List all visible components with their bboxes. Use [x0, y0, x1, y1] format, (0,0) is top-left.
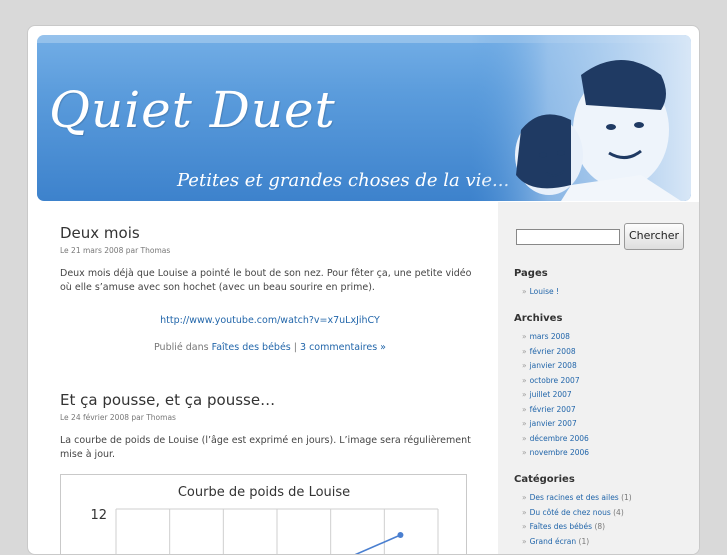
category-link[interactable]: Faîtes des bébés: [530, 522, 592, 531]
archive-link[interactable]: janvier 2007: [530, 419, 577, 428]
youtube-link[interactable]: http://www.youtube.com/watch?v=x7uLxJihC…: [160, 315, 380, 326]
y-tick-label: 12: [90, 508, 107, 523]
post-title[interactable]: Deux mois: [60, 224, 480, 242]
archives-heading: Archives: [514, 313, 563, 324]
comments-link[interactable]: 3 commentaires »: [300, 342, 386, 353]
list-item: » novembre 2006: [522, 448, 590, 457]
category-link[interactable]: Des racines et des ailes: [530, 493, 619, 502]
archive-link[interactable]: février 2007: [530, 405, 576, 414]
series-line: [354, 534, 401, 554]
category-link[interactable]: Du côté de chez nous: [530, 508, 611, 517]
site-header: Quiet Duet Petites et grandes choses de …: [37, 35, 691, 201]
sidebar: Chercher Pages » Louise ! Archives » mars …: [498, 202, 699, 554]
couple-photo: [471, 35, 691, 201]
chart-title: Courbe de poids de Louise: [178, 485, 350, 500]
list-item: » juillet 2007: [522, 390, 572, 399]
pages-heading: Pages: [514, 268, 548, 279]
footer-separator: |: [293, 342, 297, 353]
site-title[interactable]: Quiet Duet: [49, 81, 336, 139]
category-count: (1): [578, 536, 590, 546]
archive-link[interactable]: mars 2008: [530, 332, 570, 341]
weight-chart-svg: Courbe de poids de Louise 12: [90, 485, 439, 554]
post-meta: Le 24 février 2008 par Thomas: [60, 413, 176, 422]
archive-link[interactable]: novembre 2006: [530, 448, 589, 457]
list-item: » février 2008: [522, 346, 576, 356]
archive-link[interactable]: octobre 2007: [530, 376, 580, 385]
category-link[interactable]: Grand écran: [530, 537, 577, 546]
post-footer: Publié dans Faîtes des bébés | 3 comment…: [60, 342, 480, 353]
post-ca-pousse: Et ça pousse, et ça pousse… Le 24 févrie…: [60, 391, 480, 462]
list-item: » Du côté de chez nous (4): [522, 507, 624, 517]
categories-list: » Des racines et des ailes (1) » Du côté d…: [522, 491, 632, 549]
archive-link[interactable]: décembre 2006: [530, 434, 589, 443]
search-button[interactable]: Chercher: [624, 223, 685, 250]
archives-list: » mars 2008 » février 2008 » janvier 2008 »…: [522, 330, 589, 461]
archive-link[interactable]: janvier 2008: [530, 361, 577, 370]
list-item: » octobre 2007: [522, 375, 580, 385]
post-body: La courbe de poids de Louise (l’âge est …: [60, 435, 471, 460]
post-meta: Le 21 mars 2008 par Thomas: [60, 246, 171, 255]
categories-heading: Catégories: [514, 474, 575, 485]
series-point: [397, 532, 404, 538]
list-item: » Grand écran (1): [522, 536, 590, 546]
post-deux-mois: Deux mois Le 21 mars 2008 par Thomas Deu…: [60, 224, 480, 353]
page-link[interactable]: Louise !: [530, 287, 559, 296]
list-item: » janvier 2008: [522, 361, 577, 370]
search-input[interactable]: [516, 229, 620, 245]
post-title[interactable]: Et ça pousse, et ça pousse…: [60, 391, 480, 409]
archive-link[interactable]: février 2008: [530, 347, 576, 356]
archive-link[interactable]: juillet 2007: [530, 390, 572, 399]
published-in-label: Publié dans: [153, 342, 209, 353]
category-count: (1): [621, 493, 632, 502]
list-item: » Louise !: [522, 287, 559, 296]
pages-list: » Louise !: [522, 285, 559, 300]
post-video-link-wrap: http://www.youtube.com/watch?v=x7uLxJihC…: [60, 315, 480, 326]
list-item: » février 2007: [522, 404, 576, 414]
list-item: » Faîtes des bébés (8): [522, 522, 606, 531]
site-description: Petites et grandes choses de la vie...: [177, 170, 510, 191]
list-item: » janvier 2007: [522, 419, 577, 428]
page-container: Quiet Duet Petites et grandes choses de …: [27, 25, 700, 555]
weight-chart: Courbe de poids de Louise 12: [60, 474, 467, 554]
category-link[interactable]: Faîtes des bébés: [212, 342, 291, 353]
category-count: (8): [594, 522, 606, 531]
post-body: Deux mois déjà que Louise a pointé le bo…: [60, 268, 472, 293]
list-item: » décembre 2006: [522, 433, 589, 443]
category-count: (4): [613, 507, 624, 517]
main-content: Deux mois Le 21 mars 2008 par Thomas Deu…: [60, 224, 480, 462]
list-item: » Des racines et des ailes (1): [522, 493, 632, 502]
list-item: » mars 2008: [522, 332, 570, 341]
